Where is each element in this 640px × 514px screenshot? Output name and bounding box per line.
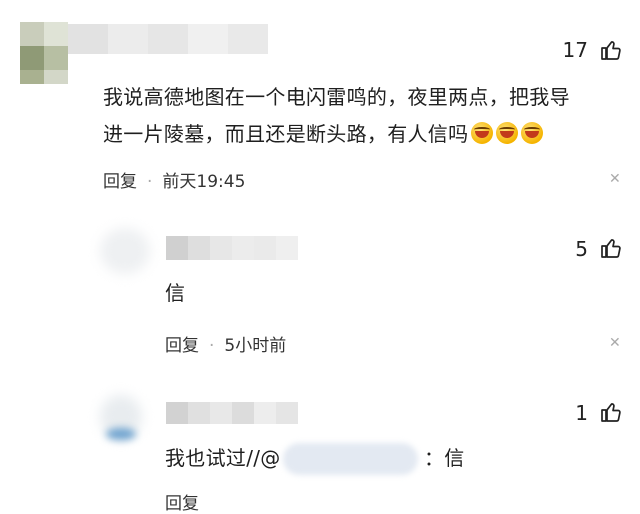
- separator-dot: ·: [147, 172, 153, 192]
- laughing-crying-emoji-icon: [496, 122, 519, 144]
- avatar-blurred[interactable]: [100, 228, 150, 274]
- reply-button[interactable]: 回复: [103, 172, 137, 192]
- reply-button[interactable]: 回复: [165, 494, 199, 514]
- comment-text: 我也试过//@: [165, 440, 281, 477]
- like-count: 1: [575, 401, 588, 425]
- comment-meta: 回复 · 5小时前: [165, 331, 286, 356]
- close-icon[interactable]: ✕: [609, 335, 621, 351]
- thumbs-up-icon[interactable]: [599, 236, 623, 260]
- reply-button[interactable]: 回复: [165, 336, 199, 356]
- like-count: 17: [562, 38, 588, 62]
- comment-text: 信: [165, 281, 186, 305]
- comment-text-prefix: 我也试过//@: [165, 446, 281, 470]
- thumbs-up-icon[interactable]: [599, 400, 623, 424]
- comment-meta: 回复 · 前天19:45: [103, 167, 245, 192]
- comment-text-suffix: ：信: [424, 446, 465, 470]
- mention-blurred[interactable]: [283, 443, 418, 475]
- timestamp: 前天19:45: [162, 172, 246, 192]
- comment-meta: 回复: [165, 489, 199, 514]
- comment-text-line-2: 进一片陵墓，而且还是断头路，有人信吗: [103, 116, 603, 153]
- thumbs-up-icon[interactable]: [599, 38, 623, 62]
- comment-text-line-1: 我说高德地图在一个电闪雷鸣的，夜里两点，把我导: [103, 85, 570, 109]
- comment-text-line-2-content: 进一片陵墓，而且还是断头路，有人信吗: [103, 122, 469, 146]
- separator-dot: ·: [209, 336, 215, 356]
- laughing-crying-emoji-icon: [521, 122, 544, 144]
- laughing-crying-emoji-icon: [471, 122, 494, 144]
- like-count: 5: [575, 237, 588, 261]
- close-icon[interactable]: ✕: [609, 171, 621, 187]
- comment-text: 我说高德地图在一个电闪雷鸣的，夜里两点，把我导 进一片陵墓，而且还是断头路，有人…: [103, 79, 603, 153]
- timestamp: 5小时前: [224, 336, 287, 356]
